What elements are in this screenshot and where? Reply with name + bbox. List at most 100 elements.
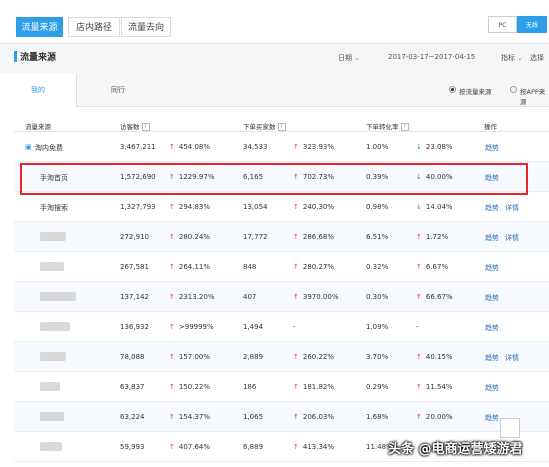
buyers-value: 6,889 [243, 443, 264, 451]
visitors-value: 63,224 [120, 413, 145, 421]
tab-traffic-source[interactable]: 流量来源 [16, 17, 63, 37]
col-header-buyers: 下单买家数? [243, 121, 286, 131]
arrow-up-icon: ↑ [416, 383, 422, 391]
buyers-change: - [293, 323, 296, 331]
change-text: >99999% [178, 323, 214, 331]
conversion-value: 0.32% [366, 263, 389, 271]
buyers-value: 34,533 [243, 143, 268, 151]
buyers-value: 848 [243, 263, 257, 271]
change-text: - [293, 323, 296, 331]
table-row: 267,581 ↑ 264.11% 848 ↑ 280.27% 0.32% ↑ 6.67% 趋势 [14, 252, 549, 282]
table-row: 136,932 ↑ >99999% 1,494 - 1.09% - 趋势 [14, 312, 549, 342]
conversion-change: ↑ 11.54% [416, 383, 453, 391]
arrow-up-icon: ↑ [293, 353, 299, 361]
buyers-change: ↑ 206.03% [293, 413, 334, 421]
arrow-up-icon: ↑ [293, 293, 299, 301]
trend-link[interactable]: 趋势 [485, 203, 499, 213]
radio-label-app-source: 按APP来源 [520, 88, 546, 106]
extra-selector[interactable]: 选择 [530, 53, 544, 63]
trend-link[interactable]: 趋势 [485, 143, 499, 153]
detail-link[interactable]: 详情 [505, 233, 519, 243]
col-header-source: 流量来源 [25, 123, 51, 131]
conversion-value: 0.29% [366, 383, 389, 391]
visitors-change: ↑ 150.22% [169, 383, 210, 391]
arrow-up-icon: ↑ [416, 263, 422, 271]
buyers-change: ↑ 286.68% [293, 233, 334, 241]
source-name: 手淘搜索 [40, 204, 68, 212]
visitors-value: 3,467,211 [120, 143, 156, 151]
tab-traffic-destination[interactable]: 流量去向 [121, 17, 171, 37]
change-text: 280.24% [178, 233, 211, 241]
visitors-value: 137,142 [120, 293, 149, 301]
tab-mine[interactable]: 我的 [0, 74, 77, 107]
expand-icon[interactable]: ▣ [25, 143, 32, 151]
tab-store-path[interactable]: 店内路径 [68, 17, 120, 37]
change-text: 20.00% [425, 413, 453, 421]
change-text: 1.72% [425, 233, 449, 241]
tab-peers[interactable]: 同行 [80, 74, 156, 106]
detail-link[interactable]: 详情 [505, 203, 519, 213]
conversion-value: 1.00% [366, 143, 389, 151]
col-header-conversion: 下单转化率? [366, 121, 409, 131]
visitors-change: ↑ 294.83% [169, 203, 210, 211]
date-selector[interactable]: 日期 ⌄ [338, 53, 360, 63]
date-range[interactable]: 2017-03-17~2017-04-15 [388, 53, 475, 61]
conversion-change: ↑ 1.72% [416, 233, 448, 241]
change-text: 323.93% [302, 143, 335, 151]
change-text: 157.00% [178, 353, 211, 361]
change-text: 286.68% [302, 233, 335, 241]
conversion-value: 6.51% [366, 233, 389, 241]
col-label: 访客数 [120, 123, 140, 131]
help-icon[interactable]: ? [400, 123, 409, 131]
qr-code-icon[interactable] [500, 418, 520, 438]
change-text: 23.08% [425, 143, 453, 151]
arrow-up-icon: ↑ [293, 233, 299, 241]
change-text: 66.67% [425, 293, 453, 301]
buyers-change: ↑ 260.22% [293, 353, 334, 361]
arrow-up-icon: ↑ [293, 443, 299, 451]
trend-link[interactable]: 趋势 [485, 353, 499, 363]
change-text: 280.27% [302, 263, 335, 271]
col-header-actions: 操作 [484, 123, 497, 131]
buyers-value: 407 [243, 293, 257, 301]
source-name: 淘内免费 [35, 144, 63, 152]
change-text: 454.08% [178, 143, 211, 151]
trend-link[interactable]: 趋势 [485, 323, 499, 333]
arrow-up-icon: ↑ [169, 323, 175, 331]
blurred-source [40, 262, 64, 271]
conversion-value: 1.68% [366, 413, 389, 421]
conversion-value: 0.98% [366, 203, 389, 211]
detail-link[interactable]: 详情 [505, 353, 519, 363]
arrow-up-icon: ↑ [416, 413, 422, 421]
change-text: 150.22% [178, 383, 211, 391]
table-row: 手淘搜索 1,327,793 ↑ 294.83% 13,054 ↑ 240.30% 0.98%… [14, 192, 549, 222]
metric-selector[interactable]: 指标 ⌄ [501, 53, 523, 63]
visitors-change: ↑ >99999% [169, 323, 214, 331]
radio-by-traffic-source[interactable] [449, 86, 456, 93]
radio-by-app-source[interactable] [510, 86, 517, 93]
conversion-change: ↓ 23.08% [416, 143, 453, 151]
arrow-up-icon: ↑ [293, 203, 299, 211]
change-text: 407.64% [178, 443, 211, 451]
mobile-toggle[interactable]: 无线 [517, 16, 547, 33]
arrow-up-icon: ↑ [169, 203, 175, 211]
buyers-change: ↑ 280.27% [293, 263, 334, 271]
conversion-change: ↑ 66.67% [416, 293, 453, 301]
arrow-up-icon: ↑ [169, 353, 175, 361]
pc-toggle[interactable]: PC [488, 16, 517, 33]
buyers-value: 186 [243, 383, 257, 391]
blurred-source [40, 412, 64, 421]
help-icon[interactable]: ? [141, 123, 150, 131]
arrow-up-icon: ↑ [169, 233, 175, 241]
change-text: 240.30% [302, 203, 335, 211]
trend-link[interactable]: 趋势 [485, 263, 499, 273]
help-icon[interactable]: ? [277, 123, 286, 131]
change-text: 181.82% [302, 383, 335, 391]
trend-link[interactable]: 趋势 [485, 383, 499, 393]
change-text: 2313.20% [178, 293, 215, 301]
buyers-change: ↑ 240.30% [293, 203, 334, 211]
buyers-change: ↑ 3970.00% [293, 293, 338, 301]
trend-link[interactable]: 趋势 [485, 413, 499, 423]
trend-link[interactable]: 趋势 [485, 233, 499, 243]
trend-link[interactable]: 趋势 [485, 293, 499, 303]
